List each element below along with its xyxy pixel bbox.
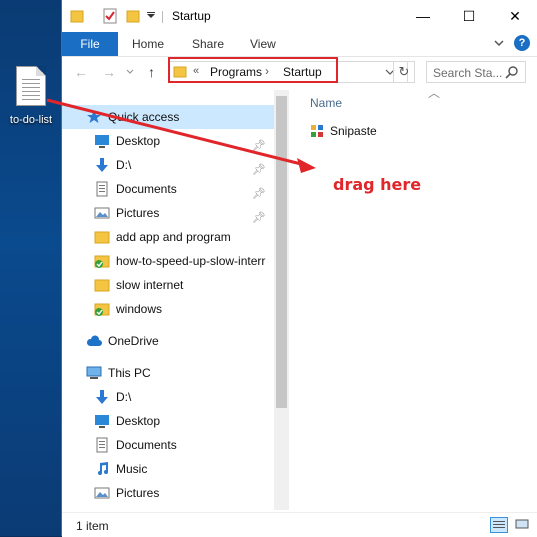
nav-item-d-drive[interactable]: D:\ 📌︎ [62,153,274,177]
customize-toolbar-chevron-icon[interactable] [146,8,156,24]
documents-icon [96,181,108,197]
breadcrumb-separator-icon[interactable]: › [265,64,269,78]
folder-icon [94,231,110,244]
folder-icon [70,10,84,23]
nav-item-label: windows [116,302,163,316]
window-title: Startup [172,9,211,23]
breadcrumb-programs[interactable]: Programs [210,65,262,79]
tab-home[interactable]: Home [132,32,164,56]
nav-item-label: Music [116,462,148,476]
title-bar: Startup — ☐ ✕ [62,0,537,32]
nav-item-onedrive[interactable]: OneDrive [62,329,274,353]
nav-item-documents[interactable]: Documents 📌︎ [62,177,274,201]
computer-icon [86,366,102,379]
help-icon[interactable]: ? [514,35,530,51]
details-view-icon[interactable] [490,517,508,533]
ribbon-tabs: File Home Share View ? [62,32,537,57]
star-icon [87,110,101,123]
nav-item-label: D:\ [116,158,132,172]
tab-share[interactable]: Share [192,32,224,56]
music-icon [98,462,108,475]
nav-item-label: Documents [116,438,177,452]
item-count: 1 item [76,519,109,533]
tab-file[interactable]: File [62,32,118,56]
large-icons-view-icon[interactable] [514,517,532,533]
scrollbar-thumb[interactable] [276,96,287,408]
search-icon [505,66,518,79]
navigation-scrollbar[interactable] [274,90,289,510]
nav-item-quick-access[interactable]: Quick access [62,105,274,129]
up-arrow-icon[interactable]: ↑ [148,64,155,80]
download-arrow-icon [96,390,108,404]
nav-item-label: OneDrive [108,334,159,348]
desktop-file-label: to-do-list [9,114,53,126]
nav-item-label: add app and program [116,230,231,244]
forward-arrow-icon[interactable]: → [102,64,116,80]
titlebar-separator [162,11,163,23]
status-bar: 1 item [62,512,537,537]
desktop-icon [95,135,109,148]
maximize-button[interactable]: ☐ [446,0,492,32]
nav-item-pictures[interactable]: Pictures 📌︎ [62,201,274,225]
nav-item-windows[interactable]: windows [62,297,274,321]
nav-item-how-to-speed-up[interactable]: how-to-speed-up-slow-interr [62,249,274,273]
nav-item-label: Desktop [116,414,161,428]
address-field[interactable]: « Programs › Startup [168,61,408,83]
overflow-chevrons[interactable]: « [193,65,199,77]
download-arrow-icon [96,158,108,172]
column-header-name[interactable]: Name [310,96,342,110]
search-placeholder: Search Sta... [433,66,503,80]
cloud-icon [86,335,102,346]
nav-item-label: Quick access [108,110,180,124]
sort-ascending-chevron-icon: ︿ [428,86,441,100]
nav-item-this-pc[interactable]: This PC [62,361,274,385]
nav-item-label: Pictures [116,206,160,220]
file-list-pane: ︿ Name Snipaste [290,86,537,510]
minimize-button[interactable]: — [400,0,446,32]
nav-item-label: This PC [108,366,151,380]
nav-item-pictures-pc[interactable]: Pictures [62,481,274,505]
desktop-background: to-do-list [0,0,62,536]
new-folder-icon[interactable] [126,8,140,24]
folder-sync-icon [94,255,110,268]
tab-view[interactable]: View [250,32,276,56]
nav-item-slow-internet[interactable]: slow internet [62,273,274,297]
properties-checklist-icon[interactable] [102,8,118,24]
folder-icon [94,279,110,292]
expand-ribbon-chevron-icon[interactable] [494,40,504,48]
nav-item-documents-pc[interactable]: Documents [62,433,274,457]
folder-sync-icon [94,303,110,316]
breadcrumb-startup[interactable]: Startup [283,65,322,79]
nav-item-label: Pictures [116,486,160,500]
nav-item-label: D:\ [116,390,132,404]
refresh-button[interactable]: ↻ [393,61,415,83]
nav-item-label: Documents [116,182,177,196]
pictures-icon [94,487,110,499]
nav-item-desktop-pc[interactable]: Desktop [62,409,274,433]
folder-icon [173,66,187,78]
address-bar-row: ← → ↑ « Programs › Startup ↻ Search Sta.… [62,57,537,89]
desktop-icon [95,415,109,428]
desktop-file-to-do-list[interactable]: to-do-list [4,66,58,126]
nav-item-d-drive-pc[interactable]: D:\ [62,385,274,409]
search-input[interactable]: Search Sta... [426,61,526,83]
nav-item-label: how-to-speed-up-slow-interr [116,254,266,268]
navigation-pane: Quick access Desktop 📌︎ D:\ 📌︎ Documents… [62,90,274,510]
nav-item-add-app-and-program[interactable]: add app and program [62,225,274,249]
pictures-icon [94,207,110,219]
recent-locations-chevron-icon[interactable] [126,68,134,76]
back-arrow-icon[interactable]: ← [74,64,88,80]
nav-item-label: slow internet [116,278,184,292]
file-explorer-window: Startup — ☐ ✕ File Home Share View ? ← →… [61,0,537,537]
app-icon [311,125,323,137]
documents-icon [96,437,108,453]
file-name: Snipaste [330,124,377,138]
nav-item-label: Desktop [116,134,161,148]
drag-here-annotation: drag here [333,175,422,194]
close-button[interactable]: ✕ [492,0,537,32]
nav-item-desktop[interactable]: Desktop 📌︎ [62,129,274,153]
text-file-icon [16,66,46,106]
nav-item-music[interactable]: Music [62,457,274,481]
